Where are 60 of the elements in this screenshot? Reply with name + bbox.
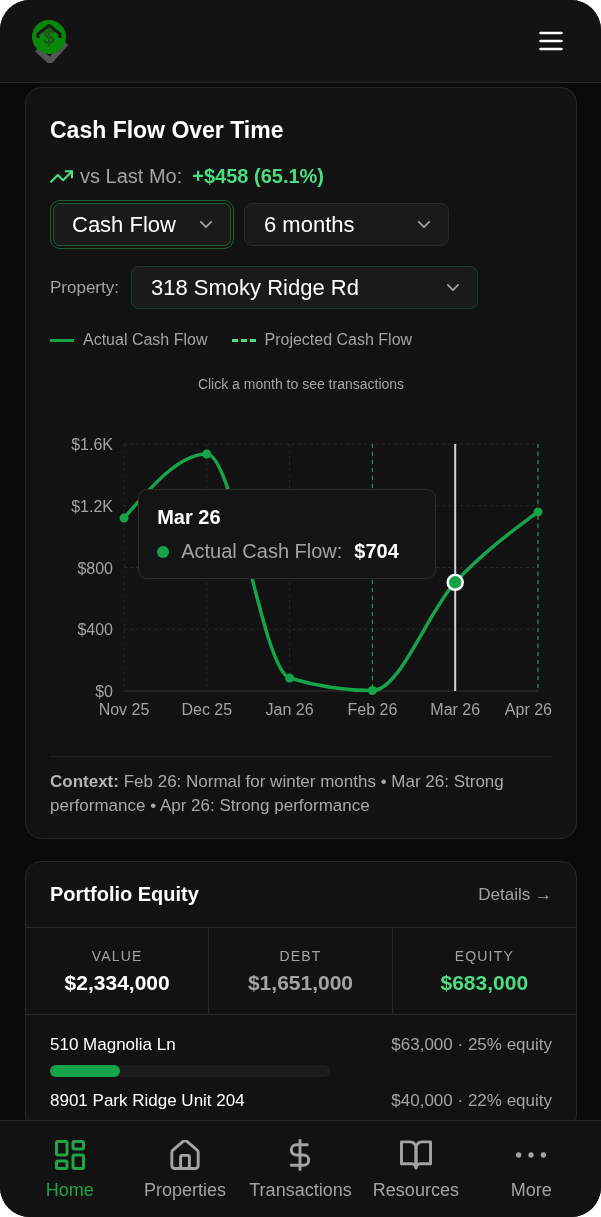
stat-value: $2,334,000 [64, 970, 170, 995]
comparison-label: vs Last Mo: [80, 164, 183, 188]
nav-tab[interactable]: Properties [127, 1121, 243, 1217]
series-dot-icon [157, 545, 170, 558]
stat-label: EQUITY [454, 947, 514, 964]
caret-icon [447, 284, 459, 291]
menu-icon[interactable] [539, 31, 563, 51]
dashed-line-icon [231, 338, 256, 342]
dollar-icon [288, 1139, 313, 1171]
axis-label: Mar 26 [430, 701, 481, 718]
nav-tab[interactable]: Transactions [242, 1121, 359, 1217]
selected-data-point[interactable] [446, 573, 464, 592]
book-icon [399, 1140, 432, 1170]
field-label: Property: [50, 277, 119, 298]
context-note: Context: Feb 26: Normal for winter months • Mar 26: Strong performance • Apr 26: Strong performance [50, 771, 505, 817]
axis-label: Feb 26 [347, 701, 398, 718]
data-point[interactable] [202, 449, 212, 459]
axis-label: $1.6K [71, 436, 113, 453]
more-icon [516, 1152, 547, 1158]
nav-tab[interactable]: Home [12, 1121, 128, 1217]
stat-label: DEBT [279, 947, 322, 964]
equity-amount: $40,000 · 22% equity [391, 1091, 552, 1111]
tooltip-title: Mar 26 [157, 505, 222, 530]
data-point[interactable] [533, 507, 543, 517]
axis-label: Apr 26 [504, 701, 552, 718]
data-point[interactable] [367, 686, 377, 696]
axis-label: Jan 26 [265, 701, 314, 718]
dashboard-icon [54, 1140, 85, 1170]
data-point[interactable] [119, 513, 129, 523]
dropdown[interactable]: Cash Flow [50, 200, 234, 249]
stat-label: VALUE [91, 947, 143, 964]
legend-label: Actual Cash Flow [83, 331, 208, 349]
card-title: Portfolio Equity [50, 883, 199, 906]
caret-icon [200, 221, 212, 228]
tooltip-label: Actual Cash Flow: [181, 540, 343, 563]
details-link[interactable]: Details → [478, 884, 552, 905]
legend-label: Projected Cash Flow [264, 331, 413, 349]
property-dropdown[interactable]: 318 Smoky Ridge Rd [131, 266, 478, 309]
house-icon [170, 1140, 201, 1170]
card-title: Cash Flow Over Time [50, 117, 285, 143]
stat-value: $1,651,000 [247, 970, 354, 995]
caret-icon [418, 221, 430, 228]
axis-label: Nov 25 [98, 701, 150, 718]
axis-label: Dec 25 [181, 701, 233, 718]
property-name: 8901 Park Ridge Unit 204 [50, 1091, 245, 1111]
change-value: +$458 (65.1%) [192, 164, 325, 188]
tooltip-value: $704 [354, 540, 399, 563]
data-point[interactable] [285, 673, 295, 683]
nav-tab[interactable]: Resources [358, 1121, 474, 1217]
axis-label: $800 [77, 559, 113, 577]
chart-hint: Click a month to see transactions [196, 375, 406, 393]
axis-label: $0 [95, 683, 113, 700]
dropdown[interactable]: 6 months [244, 203, 449, 246]
property-name: 510 Magnolia Ln [50, 1035, 176, 1055]
nav-tab[interactable]: More [473, 1121, 589, 1217]
logo-icon[interactable] [30, 19, 70, 63]
stat-value: $683,000 [440, 970, 529, 995]
axis-label: $1.2K [71, 497, 113, 515]
axis-label: $400 [77, 621, 113, 639]
equity-amount: $63,000 · 25% equity [391, 1035, 552, 1055]
